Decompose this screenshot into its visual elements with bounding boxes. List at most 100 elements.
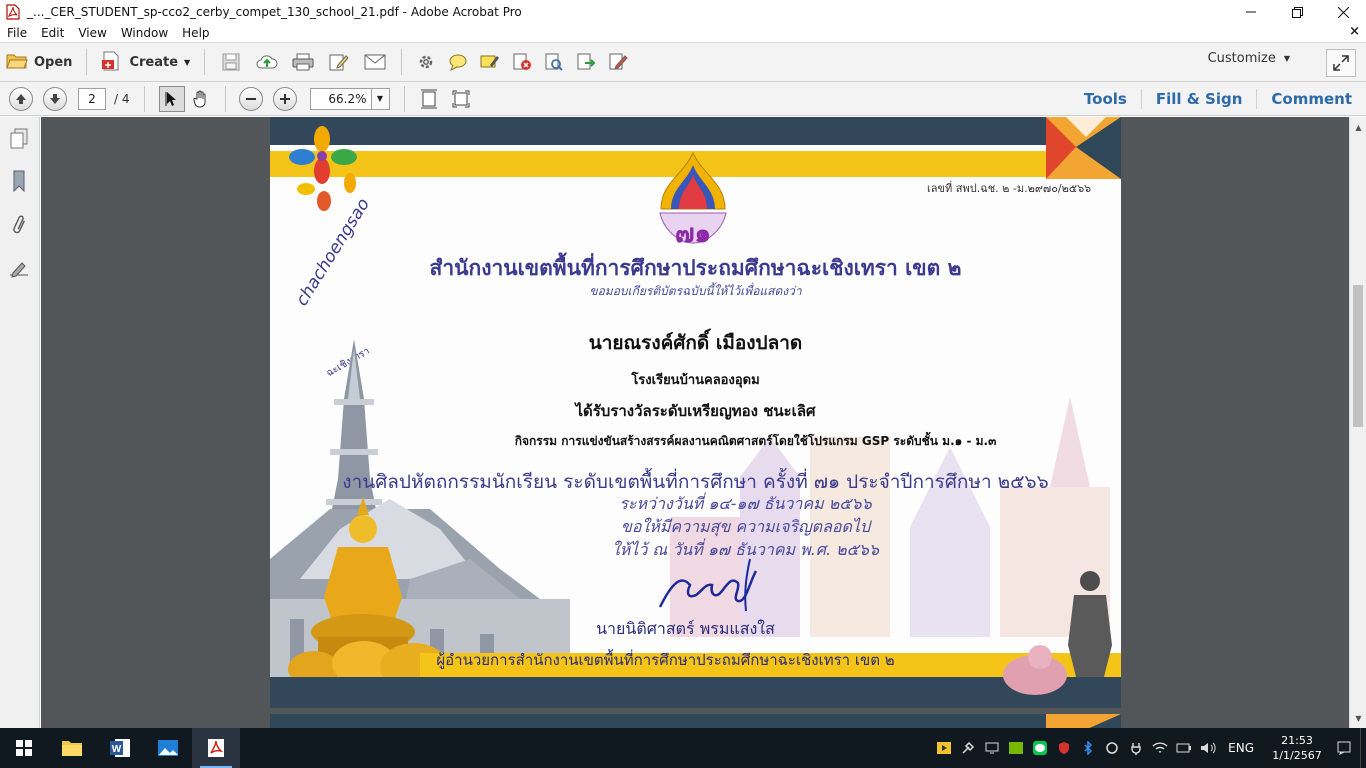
minimize-button[interactable] bbox=[1228, 0, 1274, 24]
input-language-indicator[interactable]: ENG bbox=[1220, 741, 1262, 755]
certificate-bottom-band bbox=[270, 677, 1121, 708]
acrobat-pdf-icon bbox=[208, 739, 224, 757]
taskbar-word[interactable]: W bbox=[96, 728, 144, 768]
wifi-icon[interactable] bbox=[1148, 728, 1172, 768]
power-plug-icon[interactable] bbox=[1124, 728, 1148, 768]
highlight-button[interactable] bbox=[474, 47, 506, 77]
zoom-dropdown-button[interactable]: ▼ bbox=[371, 87, 390, 110]
scroll-up-arrow[interactable]: ▲ bbox=[1350, 119, 1366, 135]
scroll-mode-button[interactable] bbox=[413, 84, 445, 114]
menu-help[interactable]: Help bbox=[175, 26, 216, 40]
menu-bar: File Edit View Window Help × bbox=[0, 24, 1366, 42]
line-chat-icon[interactable] bbox=[1028, 728, 1052, 768]
start-button[interactable] bbox=[0, 728, 48, 768]
arrow-up-icon bbox=[16, 93, 26, 104]
export-button[interactable] bbox=[570, 47, 602, 77]
taskbar-photos[interactable] bbox=[144, 728, 192, 768]
open-label: Open bbox=[34, 54, 73, 70]
scrollbar-thumb[interactable] bbox=[1353, 285, 1363, 427]
print-button[interactable] bbox=[285, 47, 321, 77]
edit-document-icon bbox=[329, 54, 349, 71]
menu-edit[interactable]: Edit bbox=[34, 26, 71, 40]
bookmark-icon[interactable] bbox=[8, 169, 30, 193]
title-bar: _..._CER_STUDENT_sp-cco2_cerby_compet_13… bbox=[0, 0, 1366, 24]
toolbar-divider bbox=[403, 85, 405, 112]
folder-icon bbox=[62, 741, 82, 756]
expand-view-button[interactable] bbox=[1326, 49, 1356, 77]
security-tray-icon[interactable] bbox=[1100, 728, 1124, 768]
open-button[interactable]: Open bbox=[0, 47, 78, 77]
chevron-down-icon: ▼ bbox=[1283, 54, 1290, 63]
comment-pane-link[interactable]: Comment bbox=[1256, 89, 1366, 109]
show-desktop-button[interactable] bbox=[1360, 728, 1366, 768]
redact-button[interactable] bbox=[506, 47, 538, 77]
speaker-volume-icon[interactable] bbox=[1196, 728, 1220, 768]
tools-tray-icon[interactable] bbox=[956, 728, 980, 768]
settings-button[interactable] bbox=[410, 47, 442, 77]
page-number-input[interactable]: 2 bbox=[78, 87, 106, 110]
comment-button[interactable] bbox=[442, 47, 474, 77]
event-dates: ระหว่างวันที่ ๑๔-๑๗ ธันวาคม ๒๕๖๖ bbox=[619, 494, 872, 513]
next-page-button[interactable] bbox=[43, 86, 67, 111]
customize-button[interactable]: Customize ▼ bbox=[1208, 51, 1290, 66]
display-settings-icon[interactable] bbox=[980, 728, 1004, 768]
document-search-icon bbox=[545, 53, 563, 71]
document-viewport[interactable]: ๗๑ เลขที่ สพป.ฉช. ๒ -ม.๒๙๗๐/๒๕๖๖ สำนักงา… bbox=[41, 117, 1349, 728]
vertical-scrollbar[interactable]: ▲ ▼ bbox=[1349, 117, 1366, 728]
zoom-level-input[interactable]: 66.2% bbox=[309, 87, 372, 110]
geometric-ornament-icon bbox=[1046, 714, 1121, 728]
previous-page-button[interactable] bbox=[9, 86, 33, 111]
upload-cloud-button[interactable] bbox=[249, 47, 285, 77]
certificate-intro: ขอมอบเกียรติบัตรฉบับนี้ให้ไว้เพื่อแสดงว่… bbox=[589, 284, 802, 298]
signer-name: นายนิติศาสตร์ พรมแสงใส bbox=[596, 619, 775, 638]
arrow-down-icon bbox=[50, 93, 60, 104]
maximize-button[interactable] bbox=[1274, 0, 1320, 24]
cloud-upload-icon bbox=[256, 55, 278, 69]
tools-pane-link[interactable]: Tools bbox=[1070, 89, 1141, 109]
page-thumbnails-icon[interactable] bbox=[8, 127, 30, 151]
taskbar-acrobat[interactable] bbox=[192, 728, 240, 768]
close-window-button[interactable] bbox=[1320, 0, 1366, 24]
signature-pen-icon[interactable] bbox=[8, 257, 30, 281]
fill-sign-pane-link[interactable]: Fill & Sign bbox=[1140, 89, 1257, 109]
chevron-down-icon: ▼ bbox=[376, 94, 384, 103]
media-player-icon[interactable] bbox=[932, 728, 956, 768]
shield-icon[interactable] bbox=[1052, 728, 1076, 768]
fit-page-button[interactable] bbox=[445, 84, 477, 114]
protect-button[interactable] bbox=[538, 47, 570, 77]
minus-icon bbox=[245, 97, 256, 100]
sign-button[interactable] bbox=[602, 47, 634, 77]
save-button[interactable] bbox=[213, 47, 249, 77]
award-level: ได้รับรางวัลระดับเหรียญทอง ชนะเลิศ bbox=[575, 402, 816, 420]
taskbar-clock[interactable]: 21:53 1/1/2567 bbox=[1262, 733, 1332, 763]
create-button[interactable]: Create ▼ bbox=[95, 47, 196, 77]
scroll-down-arrow[interactable]: ▼ bbox=[1350, 710, 1366, 726]
windows-logo-icon bbox=[16, 740, 32, 756]
battery-icon[interactable] bbox=[1172, 728, 1196, 768]
bluetooth-icon[interactable] bbox=[1076, 728, 1100, 768]
notifications-icon[interactable] bbox=[1332, 728, 1356, 768]
page-total: / 4 bbox=[114, 91, 130, 106]
zoom-out-button[interactable] bbox=[238, 86, 263, 111]
clock-date: 1/1/2567 bbox=[1272, 749, 1322, 762]
menu-file[interactable]: File bbox=[0, 26, 34, 40]
nvidia-icon[interactable] bbox=[1004, 728, 1028, 768]
email-button[interactable] bbox=[357, 47, 393, 77]
expand-icon bbox=[1333, 55, 1349, 71]
paperclip-icon[interactable] bbox=[8, 213, 30, 237]
taskbar-file-explorer[interactable] bbox=[48, 728, 96, 768]
save-icon bbox=[222, 53, 240, 71]
acrobat-pdf-icon bbox=[5, 4, 21, 20]
printer-icon bbox=[292, 53, 314, 71]
menu-view[interactable]: View bbox=[71, 26, 113, 40]
edit-pdf-button[interactable] bbox=[321, 47, 357, 77]
toolbar-divider bbox=[401, 49, 403, 75]
menu-window[interactable]: Window bbox=[114, 26, 175, 40]
recipient-name: นายณรงค์ศักดิ์ เมืองปลาด bbox=[588, 332, 803, 354]
create-pdf-icon bbox=[101, 51, 123, 74]
blessing-text: ขอให้มีความสุข ความเจริญตลอดไป bbox=[620, 517, 871, 536]
close-document-button[interactable]: × bbox=[1349, 24, 1360, 39]
zoom-in-button[interactable] bbox=[272, 86, 297, 111]
hand-tool-button[interactable] bbox=[185, 84, 217, 114]
select-tool-button[interactable] bbox=[158, 85, 185, 112]
